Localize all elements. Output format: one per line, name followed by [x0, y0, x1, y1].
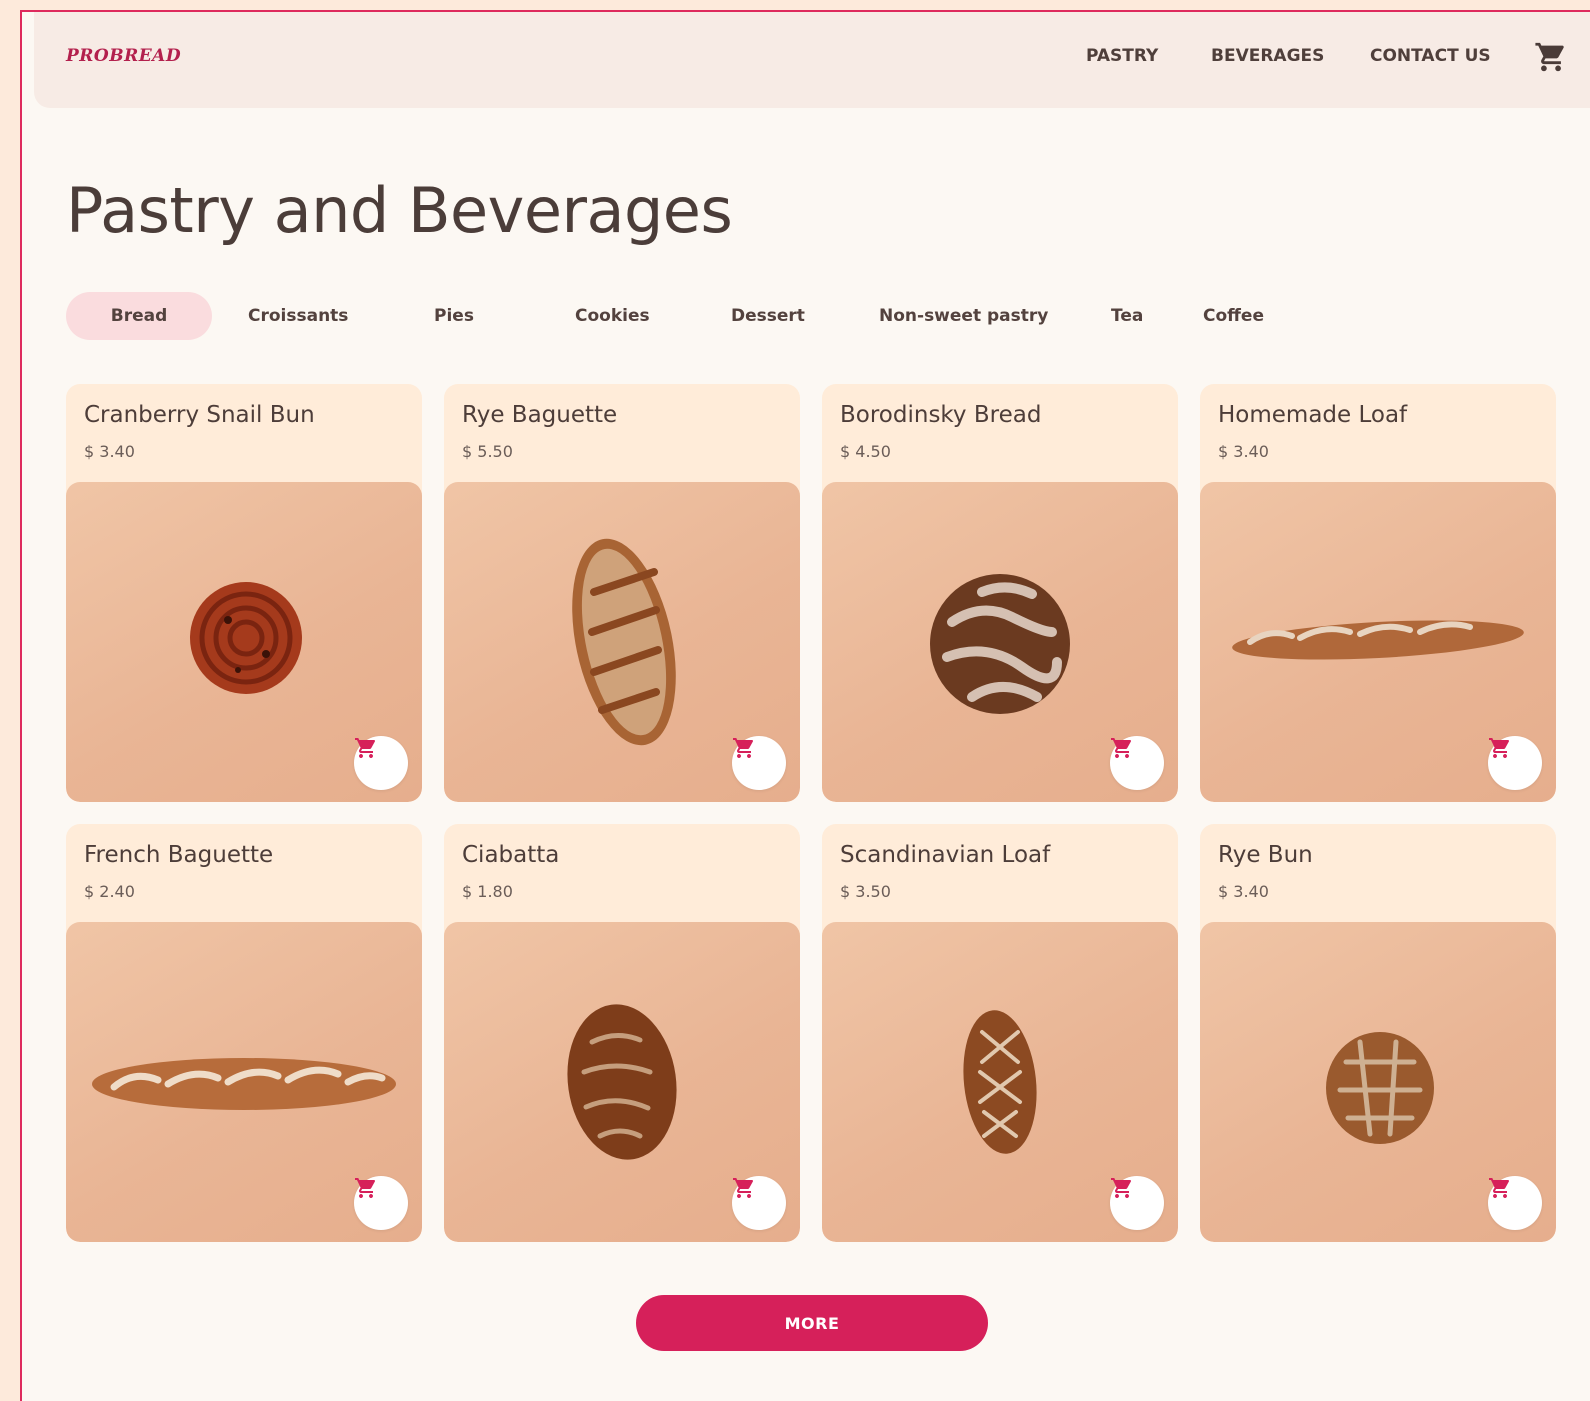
page-frame: PROBREAD PASTRY BEVERAGES CONTACT US Pas…	[20, 10, 1590, 1401]
cart-icon	[1489, 738, 1510, 758]
product-card-rye-bun[interactable]: Rye Bun $ 3.40	[1200, 824, 1556, 1242]
product-price: $ 5.50	[462, 442, 513, 461]
product-image	[444, 922, 800, 1242]
nav-link-beverages[interactable]: BEVERAGES	[1211, 46, 1324, 66]
product-name: Rye Baguette	[462, 402, 618, 428]
product-card-ciabatta[interactable]: Ciabatta $ 1.80	[444, 824, 800, 1242]
product-price: $ 3.40	[1218, 882, 1269, 901]
cart-icon[interactable]	[1534, 40, 1568, 74]
nav-link-contact-us[interactable]: CONTACT US	[1370, 46, 1491, 66]
cart-icon	[355, 1178, 376, 1198]
cart-icon	[355, 738, 376, 758]
product-name: Borodinsky Bread	[840, 402, 1042, 428]
add-to-cart-button[interactable]	[354, 736, 408, 790]
tab-dessert[interactable]: Dessert	[731, 292, 805, 340]
product-price: $ 4.50	[840, 442, 891, 461]
add-to-cart-button[interactable]	[1488, 1176, 1542, 1230]
nav-link-pastry[interactable]: PASTRY	[1086, 46, 1158, 66]
product-image	[66, 922, 422, 1242]
product-price: $ 1.80	[462, 882, 513, 901]
tab-bread[interactable]: Bread	[66, 292, 212, 340]
product-price: $ 3.40	[84, 442, 135, 461]
add-to-cart-button[interactable]	[732, 736, 786, 790]
cart-icon	[1111, 1178, 1132, 1198]
cart-icon	[733, 738, 754, 758]
product-name: Cranberry Snail Bun	[84, 402, 315, 428]
product-price: $ 3.50	[840, 882, 891, 901]
product-card-borodinsky-bread[interactable]: Borodinsky Bread $ 4.50	[822, 384, 1178, 802]
product-name: Ciabatta	[462, 842, 560, 868]
tab-croissants[interactable]: Croissants	[248, 292, 348, 340]
cart-icon	[1111, 738, 1132, 758]
product-image	[822, 482, 1178, 802]
product-card-homemade-loaf[interactable]: Homemade Loaf $ 3.40	[1200, 384, 1556, 802]
product-card-scandinavian-loaf[interactable]: Scandinavian Loaf $ 3.50	[822, 824, 1178, 1242]
product-image	[444, 482, 800, 802]
page-title: Pastry and Beverages	[66, 174, 733, 247]
product-image	[1200, 922, 1556, 1242]
product-image	[66, 482, 422, 802]
product-price: $ 3.40	[1218, 442, 1269, 461]
product-image	[1200, 482, 1556, 802]
tab-cookies[interactable]: Cookies	[575, 292, 650, 340]
tab-pies[interactable]: Pies	[434, 292, 474, 340]
product-name: Homemade Loaf	[1218, 402, 1408, 428]
product-card-cranberry-snail-bun[interactable]: Cranberry Snail Bun $ 3.40	[66, 384, 422, 802]
navbar: PROBREAD PASTRY BEVERAGES CONTACT US	[34, 12, 1590, 108]
product-card-rye-baguette[interactable]: Rye Baguette $ 5.50	[444, 384, 800, 802]
cart-icon	[733, 1178, 754, 1198]
product-name: French Baguette	[84, 842, 274, 868]
add-to-cart-button[interactable]	[732, 1176, 786, 1230]
product-name: Scandinavian Loaf	[840, 842, 1051, 868]
add-to-cart-button[interactable]	[1110, 736, 1164, 790]
product-name: Rye Bun	[1218, 842, 1313, 868]
product-image	[822, 922, 1178, 1242]
logo[interactable]: PROBREAD	[66, 46, 181, 66]
tab-non-sweet-pastry[interactable]: Non-sweet pastry	[879, 292, 1048, 340]
product-price: $ 2.40	[84, 882, 135, 901]
tab-tea[interactable]: Tea	[1111, 292, 1143, 340]
more-button[interactable]: MORE	[636, 1295, 988, 1351]
product-card-french-baguette[interactable]: French Baguette $ 2.40	[66, 824, 422, 1242]
add-to-cart-button[interactable]	[354, 1176, 408, 1230]
add-to-cart-button[interactable]	[1488, 736, 1542, 790]
tab-coffee[interactable]: Coffee	[1203, 292, 1264, 340]
cart-icon	[1489, 1178, 1510, 1198]
add-to-cart-button[interactable]	[1110, 1176, 1164, 1230]
